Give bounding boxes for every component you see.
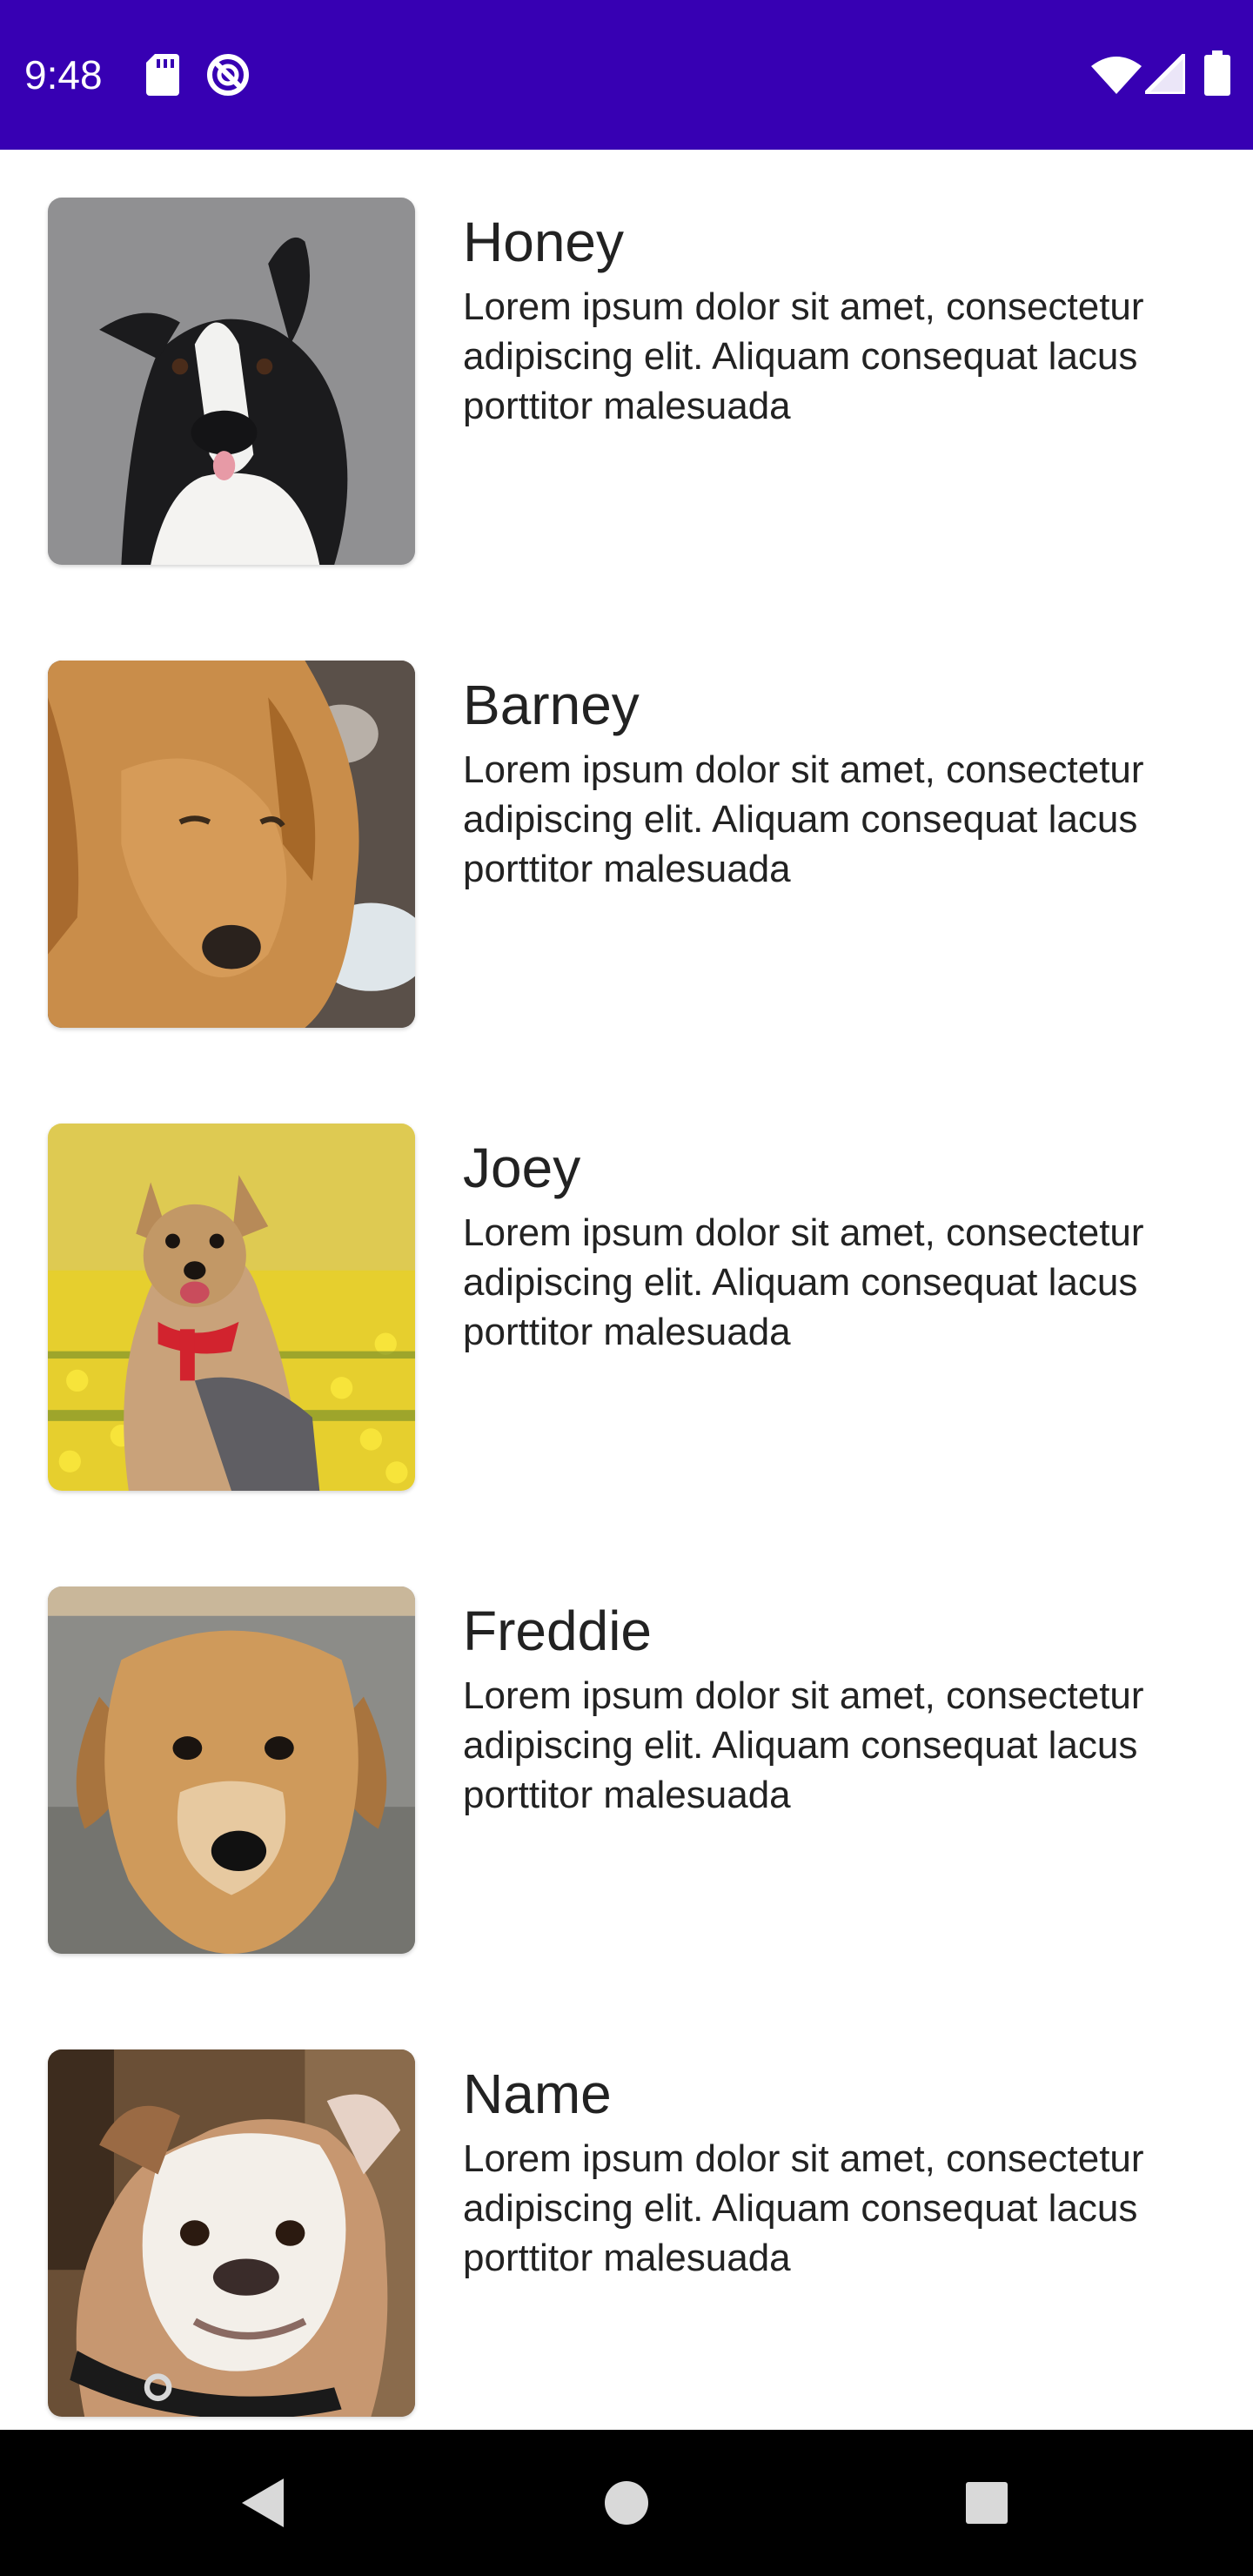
recents-icon[interactable]	[964, 2480, 1009, 2526]
golden-retriever-photo	[48, 661, 415, 1028]
wifi-icon	[1091, 57, 1142, 94]
list-item[interactable]: Name Lorem ipsum dolor sit amet, consect…	[0, 2002, 1253, 2465]
list-item[interactable]: Freddie Lorem ipsum dolor sit amet, cons…	[0, 1539, 1253, 2002]
yorkshire-terrier-photo	[48, 1124, 415, 1491]
home-icon[interactable]	[602, 2479, 651, 2527]
dog-description: Lorem ipsum dolor sit amet, consectetur …	[463, 285, 1144, 427]
dog-name: Honey	[463, 211, 624, 273]
dog-name: Barney	[463, 674, 640, 736]
dog-description: Lorem ipsum dolor sit amet, consectetur …	[463, 1211, 1144, 1353]
bulldog-photo	[48, 2049, 415, 2417]
status-bar: 9:48	[0, 0, 1253, 150]
dog-description: Lorem ipsum dolor sit amet, consectetur …	[463, 748, 1144, 890]
border-collie-photo	[48, 198, 415, 565]
status-time: 9:48	[24, 52, 103, 97]
mixed-breed-puppy-photo	[48, 1587, 415, 1954]
do-not-disturb-icon	[207, 54, 249, 96]
sd-card-icon	[146, 54, 179, 96]
dog-description: Lorem ipsum dolor sit amet, consectetur …	[463, 2137, 1144, 2279]
dog-name: Freddie	[463, 1600, 652, 1662]
dog-name: Joey	[463, 1137, 581, 1199]
signal-icon	[1145, 54, 1185, 94]
dog-name: Name	[463, 2063, 612, 2125]
list-item[interactable]: Joey Lorem ipsum dolor sit amet, consect…	[0, 1076, 1253, 1539]
navigation-bar	[0, 2430, 1253, 2576]
list-item[interactable]: Barney Lorem ipsum dolor sit amet, conse…	[0, 613, 1253, 1076]
list-item[interactable]: Honey Lorem ipsum dolor sit amet, consec…	[0, 150, 1253, 613]
dog-description: Lorem ipsum dolor sit amet, consectetur …	[463, 1674, 1144, 1816]
battery-icon	[1204, 50, 1230, 96]
back-icon[interactable]	[237, 2475, 289, 2531]
